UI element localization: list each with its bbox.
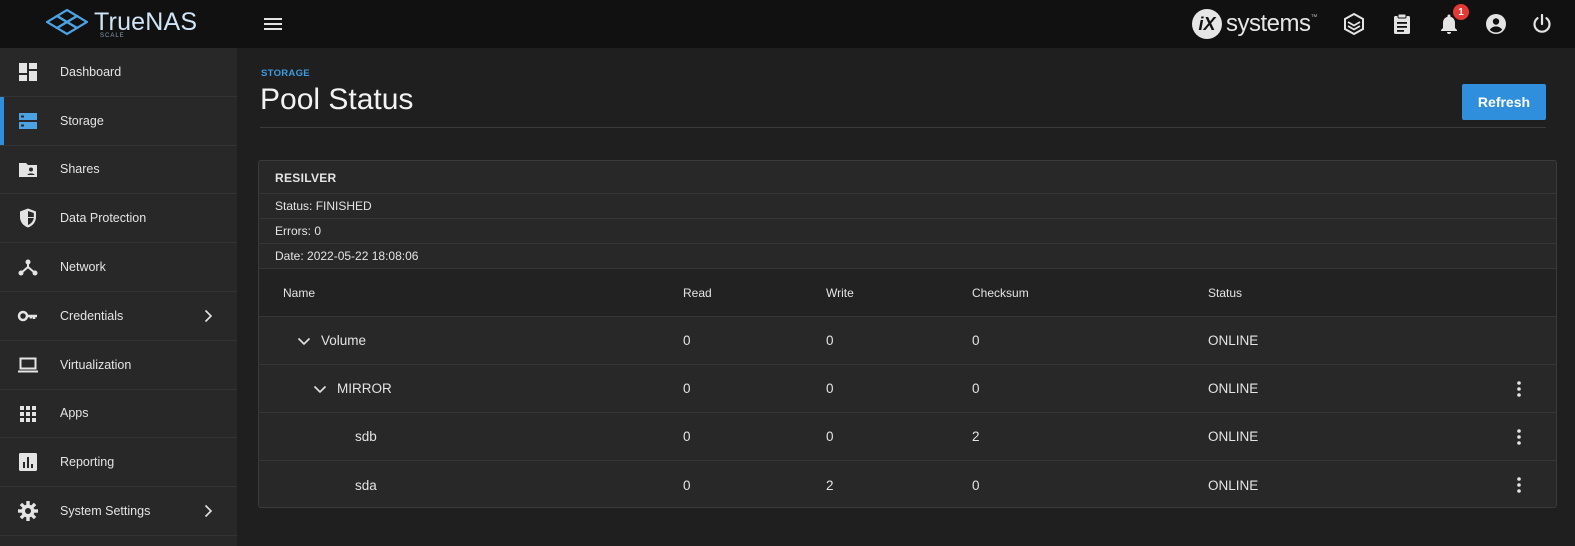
row-name: MIRROR [337, 381, 392, 396]
row-read: 0 [683, 477, 691, 493]
sidebar-item-shares[interactable]: Shares [0, 146, 237, 195]
row-status: ONLINE [1208, 381, 1259, 396]
account-circle-icon[interactable] [1484, 12, 1508, 36]
refresh-button[interactable]: Refresh [1462, 84, 1546, 120]
sidebar-item-label: Network [60, 260, 106, 275]
chevron-right-icon [204, 505, 213, 518]
row-checksum: 0 [972, 477, 980, 493]
storage-icon [19, 112, 37, 129]
sidebar-item-label: Dashboard [60, 64, 122, 79]
sidebar-item-label: Storage [60, 113, 104, 128]
sidebar-item-label: Reporting [60, 455, 115, 470]
sidebar-item-storage[interactable]: Storage [0, 96, 237, 146]
sidebar-item-label: Shares [60, 162, 100, 177]
shield-icon [20, 208, 36, 228]
table-row: Volume 0 0 0 ONLINE [259, 317, 1556, 365]
truenas-logo-icon [46, 8, 88, 36]
gear-icon [18, 501, 38, 522]
breadcrumb[interactable]: STORAGE [261, 68, 310, 79]
row-checksum: 0 [972, 333, 980, 348]
column-header-read: Read [683, 285, 712, 300]
sidebar-item-credentials[interactable]: Credentials [0, 292, 237, 341]
row-write: 0 [826, 333, 834, 348]
truenas-logo[interactable]: TrueNAS [46, 8, 197, 36]
table-row: sda 0 2 0 ONLINE [259, 461, 1556, 507]
table-header: Name Read Write Checksum Status [259, 269, 1556, 317]
dashboard-icon [19, 63, 37, 81]
ix-logo-trademark: ™ [1310, 14, 1318, 21]
logo-edition: SCALE [100, 33, 125, 39]
power-icon[interactable] [1530, 12, 1554, 36]
column-header-name: Name [283, 285, 316, 300]
table-row: sdb 0 0 2 ONLINE [259, 413, 1556, 461]
row-status: ONLINE [1208, 333, 1259, 348]
resilver-errors: Errors: 0 [259, 219, 1556, 244]
sidebar-item-apps[interactable]: Apps [0, 390, 237, 439]
row-name: sdb [355, 429, 377, 444]
expand-toggle-icon[interactable] [311, 380, 329, 398]
key-icon [17, 310, 37, 322]
pool-status-card: RESILVER Status: FINISHED Errors: 0 Date… [258, 160, 1557, 508]
truecommand-icon[interactable] [1342, 12, 1366, 36]
column-header-status: Status [1208, 285, 1243, 300]
row-checksum: 0 [972, 381, 980, 396]
expand-toggle-icon[interactable] [295, 332, 313, 350]
reporting-icon [19, 453, 37, 472]
sidebar-item-data-protection[interactable]: Data Protection [0, 194, 237, 244]
notification-badge: 1 [1453, 4, 1469, 20]
sidebar: Dashboard Storage Shares Data Protection… [0, 48, 237, 546]
sidebar-item-label: Virtualization [60, 357, 132, 372]
page-title: Pool Status [260, 83, 414, 116]
sidebar-item-virtualization[interactable]: Virtualization [0, 341, 237, 390]
row-write: 0 [826, 381, 834, 396]
menu-toggle-icon[interactable] [262, 14, 284, 34]
row-name-cell: Volume [295, 317, 366, 364]
row-name-cell: MIRROR [311, 365, 392, 412]
row-name: Volume [321, 333, 367, 348]
row-status: ONLINE [1208, 477, 1259, 493]
row-read: 0 [683, 429, 691, 444]
sidebar-item-system-settings[interactable]: System Settings [0, 487, 237, 536]
row-status: ONLINE [1208, 429, 1259, 444]
row-name: sda [355, 477, 377, 493]
top-bar: TrueNAS SCALE iX systems ™ 1 [0, 0, 1575, 48]
more-vert-icon[interactable] [1509, 427, 1529, 447]
row-checksum: 2 [972, 429, 980, 444]
task-manager-icon[interactable] [1390, 12, 1414, 36]
shares-folder-icon [19, 162, 37, 177]
sidebar-item-label: Apps [60, 406, 89, 421]
logo-text: TrueNAS [94, 7, 198, 36]
sidebar-item-dashboard[interactable]: Dashboard [0, 48, 237, 97]
header-divider [260, 127, 1546, 128]
network-icon [18, 259, 38, 276]
resilver-heading: RESILVER [259, 161, 1556, 194]
more-vert-icon[interactable] [1509, 379, 1529, 399]
sidebar-item-label: Data Protection [60, 211, 147, 226]
column-header-checksum: Checksum [972, 285, 1029, 300]
sidebar-item-label: System Settings [60, 504, 151, 519]
ix-logo-text: systems [1226, 10, 1311, 37]
ix-logo-mark: iX [1192, 9, 1222, 39]
row-write: 0 [826, 429, 834, 444]
apps-grid-icon [20, 405, 36, 422]
resilver-status: Status: FINISHED [259, 194, 1556, 219]
row-read: 0 [683, 381, 691, 396]
more-vert-icon[interactable] [1509, 475, 1529, 495]
row-read: 0 [683, 333, 691, 348]
row-write: 2 [826, 477, 834, 493]
sidebar-item-reporting[interactable]: Reporting [0, 438, 237, 488]
ixsystems-logo[interactable]: iX systems ™ [1192, 8, 1318, 40]
laptop-icon [18, 357, 38, 373]
sidebar-item-network[interactable]: Network [0, 243, 237, 292]
column-header-write: Write [826, 285, 854, 300]
chevron-right-icon [204, 309, 213, 323]
sidebar-item-label: Credentials [60, 308, 124, 323]
resilver-date: Date: 2022-05-22 18:08:06 [259, 244, 1556, 269]
table-row: MIRROR 0 0 0 ONLINE [259, 365, 1556, 413]
